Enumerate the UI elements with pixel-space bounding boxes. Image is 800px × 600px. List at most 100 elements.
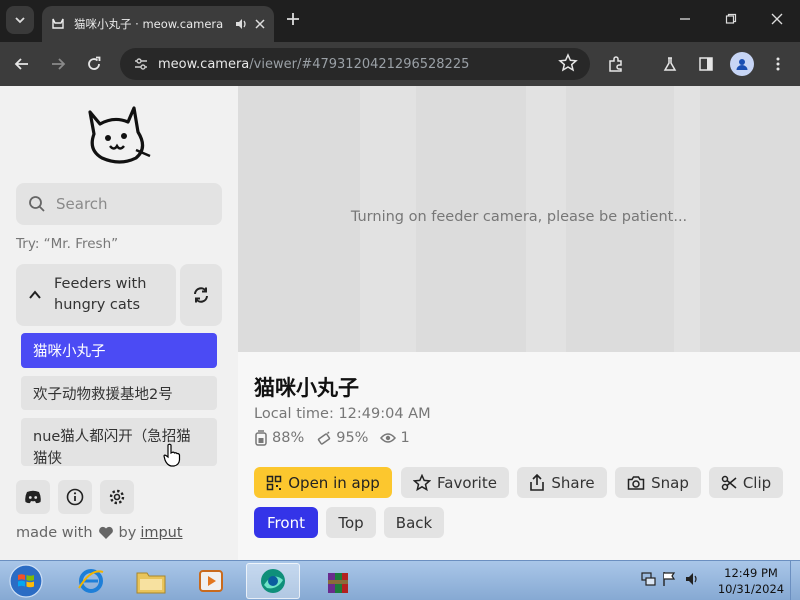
feeder-name: 猫咪小丸子 (254, 376, 359, 400)
internet-explorer-icon (78, 569, 104, 593)
open-in-app-button[interactable]: Open in app (254, 467, 392, 498)
front-view-button[interactable]: Front (254, 507, 318, 538)
tab-search-button[interactable] (6, 6, 34, 34)
refresh-icon (194, 287, 208, 303)
qr-code-icon (266, 475, 282, 490)
share-button[interactable]: Share (517, 467, 607, 498)
arrow-left-icon (14, 58, 28, 70)
side-panel-button[interactable] (692, 50, 720, 78)
profile-avatar[interactable] (730, 52, 754, 76)
scissors-icon (721, 475, 737, 490)
taskbar-internet-explorer[interactable] (64, 563, 118, 599)
share-icon (530, 473, 545, 491)
forward-nav-button[interactable] (44, 50, 72, 78)
taskbar-archive-app[interactable] (310, 563, 364, 599)
star-outline-icon (413, 473, 432, 491)
show-desktop-button[interactable] (790, 561, 800, 600)
cat-logo-icon[interactable] (84, 104, 154, 168)
feeders-filter-toggle[interactable]: Feeders with hungry cats (16, 264, 176, 326)
top-view-button[interactable]: Top (326, 507, 376, 538)
browser-app-icon (261, 569, 285, 593)
page-content: Try: “Mr. Fresh” Feeders with hungry cat… (0, 86, 800, 560)
open-in-app-label: Open in app (288, 473, 380, 492)
back-nav-button[interactable] (8, 50, 36, 78)
browser-menu-button[interactable] (764, 50, 792, 78)
hand-cursor-icon (163, 443, 181, 467)
refresh-feeders-button[interactable] (180, 264, 222, 326)
camera-view[interactable]: Turning on feeder camera, please be pati… (238, 86, 800, 352)
reload-button[interactable] (80, 50, 108, 78)
tab-title: 猫咪小丸子 · meow.camera (74, 17, 224, 31)
minimize-button[interactable] (672, 6, 698, 32)
url-text: meow.camera/viewer/#4793120421296528225 (158, 57, 469, 72)
labs-button[interactable] (656, 50, 684, 78)
discord-button[interactable] (16, 480, 50, 514)
share-label: Share (551, 473, 595, 492)
imput-link[interactable]: imput (140, 525, 182, 541)
extensions-button[interactable] (602, 50, 630, 78)
speaker-icon[interactable] (234, 17, 248, 31)
new-tab-button[interactable] (282, 8, 304, 30)
feeders-filter-label: Feeders with hungry cats (54, 276, 147, 313)
restore-button[interactable] (718, 6, 744, 32)
flag-icon[interactable] (662, 571, 676, 587)
taskbar-media-player[interactable] (184, 563, 238, 599)
url-path: /viewer/#4793120421296528225 (249, 56, 470, 72)
taskbar-file-explorer[interactable] (124, 563, 178, 599)
network-icon[interactable] (640, 571, 656, 587)
search-icon (29, 196, 45, 212)
chevron-up-icon (29, 290, 41, 299)
feeder-list-item-active[interactable]: 猫咪小丸子 (21, 333, 217, 368)
local-time: Local time: 12:49:04 AM (254, 406, 431, 422)
folder-icon (136, 572, 166, 594)
camera-icon (627, 475, 645, 490)
camera-status-text: Turning on feeder camera, please be pati… (350, 209, 688, 225)
made-with-text: made with (16, 525, 93, 541)
back-view-button[interactable]: Back (384, 507, 444, 538)
start-button[interactable] (6, 562, 46, 600)
browser-tab-bar: 猫咪小丸子 · meow.camera (0, 0, 800, 42)
star-icon[interactable] (558, 53, 578, 73)
search-hint: Try: “Mr. Fresh” (16, 236, 119, 252)
settings-button[interactable] (100, 480, 134, 514)
arrow-right-icon (52, 58, 66, 70)
sidebar: Try: “Mr. Fresh” Feeders with hungry cat… (0, 86, 238, 560)
feeder-list-item[interactable]: 欢子动物救援基地2号 (21, 376, 217, 410)
food-level-value: 88% (272, 430, 305, 446)
taskbar-browser-active[interactable] (246, 563, 300, 599)
browser-toolbar: meow.camera/viewer/#4793120421296528225 (0, 42, 800, 86)
viewers-stat: 1 (380, 430, 410, 446)
by-text: by (118, 525, 137, 541)
made-with-credit: made with by imput (16, 525, 183, 541)
address-bar[interactable]: meow.camera/viewer/#4793120421296528225 (120, 48, 590, 80)
person-icon (736, 59, 748, 70)
windows-start-icon (9, 564, 43, 598)
favorite-button[interactable]: Favorite (401, 467, 509, 498)
search-box[interactable] (16, 183, 222, 225)
search-input[interactable] (56, 195, 206, 213)
site-info-button[interactable] (130, 53, 152, 75)
taskbar-clock[interactable]: 12:49 PM 10/31/2024 (714, 565, 788, 597)
close-tab-icon[interactable] (254, 18, 266, 30)
battery-value: 95% (336, 430, 369, 446)
plus-icon (287, 13, 299, 25)
food-level-stat: 88% (254, 430, 304, 446)
heart-icon (98, 526, 113, 539)
archive-books-icon (328, 573, 348, 593)
close-window-button[interactable] (764, 6, 790, 32)
clip-button[interactable]: Clip (709, 467, 783, 498)
browser-tab[interactable]: 猫咪小丸子 · meow.camera (42, 6, 274, 42)
minimize-icon (680, 18, 690, 20)
system-tray (640, 571, 700, 587)
gear-icon (109, 489, 125, 505)
snap-label: Snap (651, 473, 689, 492)
food-container-icon (255, 430, 267, 446)
clock-date: 10/31/2024 (717, 582, 785, 596)
feeder-list-item[interactable]: nue猫人都闪开（急招猫猫侠 (21, 418, 217, 466)
volume-icon[interactable] (684, 571, 700, 587)
about-button[interactable] (58, 480, 92, 514)
restore-icon (725, 13, 737, 24)
side-panel-icon (699, 57, 713, 71)
info-icon (66, 488, 84, 506)
snap-button[interactable]: Snap (615, 467, 701, 498)
